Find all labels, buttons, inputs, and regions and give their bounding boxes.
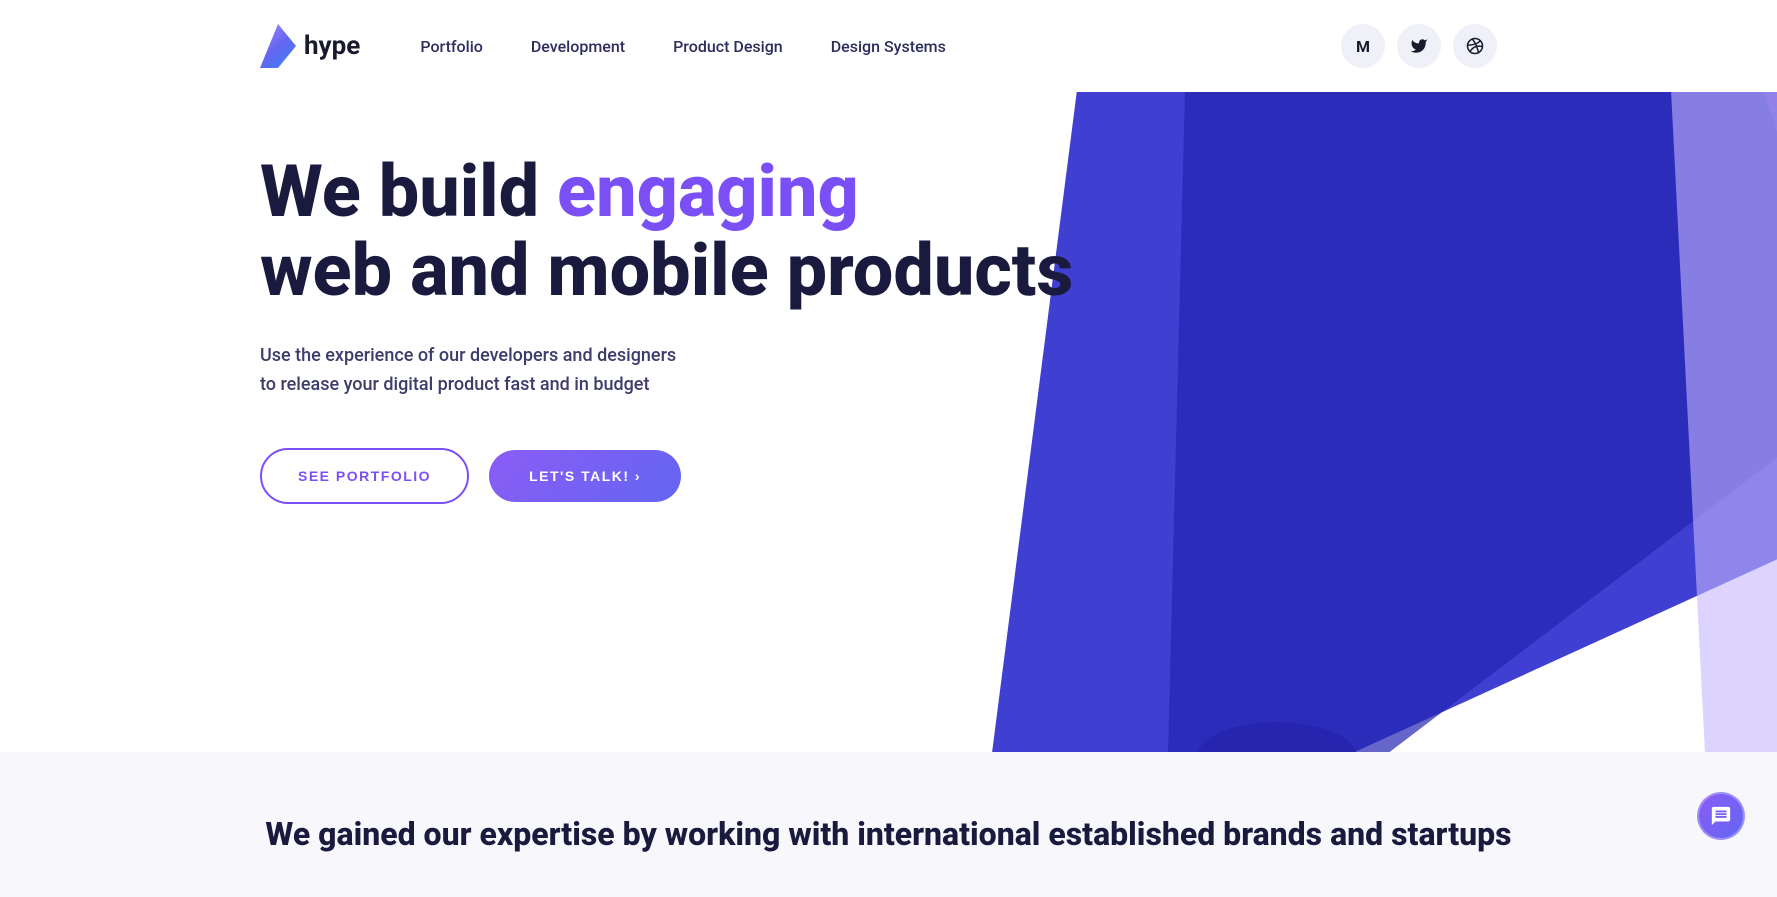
see-portfolio-button[interactable]: SEE PORTFOLIO	[260, 448, 469, 504]
chat-icon	[1710, 805, 1732, 827]
chat-button[interactable]	[1697, 792, 1745, 840]
nav-development[interactable]: Development	[531, 37, 625, 56]
logo-icon	[260, 24, 296, 68]
hero-buttons: SEE PORTFOLIO LET'S TALK! ›	[260, 448, 1777, 504]
dribbble-button[interactable]	[1453, 24, 1497, 68]
hero-heading-part2: web and mobile products	[260, 228, 1073, 313]
brand-name: hype	[304, 31, 360, 61]
hero-content: We build engaging web and mobile product…	[0, 152, 1777, 504]
bottom-section: We gained our expertise by working with …	[0, 752, 1777, 897]
twitter-icon	[1410, 37, 1428, 55]
bottom-heading: We gained our expertise by working with …	[0, 812, 1777, 857]
hero-heading: We build engaging web and mobile product…	[260, 152, 1777, 310]
medium-button[interactable]: M	[1341, 24, 1385, 68]
dribbble-icon	[1466, 37, 1484, 55]
nav-links: Portfolio Development Product Design Des…	[420, 37, 1341, 56]
nav-product-design[interactable]: Product Design	[673, 37, 783, 56]
hero-section: We build engaging web and mobile product…	[0, 92, 1777, 772]
nav-portfolio[interactable]: Portfolio	[420, 37, 483, 56]
twitter-button[interactable]	[1397, 24, 1441, 68]
hero-subtext: Use the experience of our developers and…	[260, 342, 680, 400]
hero-heading-accent: engaging	[557, 149, 859, 234]
hero-heading-part1: We build	[260, 149, 557, 234]
nav-design-systems[interactable]: Design Systems	[831, 37, 946, 56]
social-icons: M	[1341, 24, 1497, 68]
lets-talk-button[interactable]: LET'S TALK! ›	[489, 450, 681, 502]
logo-area[interactable]: hype	[260, 24, 360, 68]
navbar: hype Portfolio Development Product Desig…	[0, 0, 1777, 92]
